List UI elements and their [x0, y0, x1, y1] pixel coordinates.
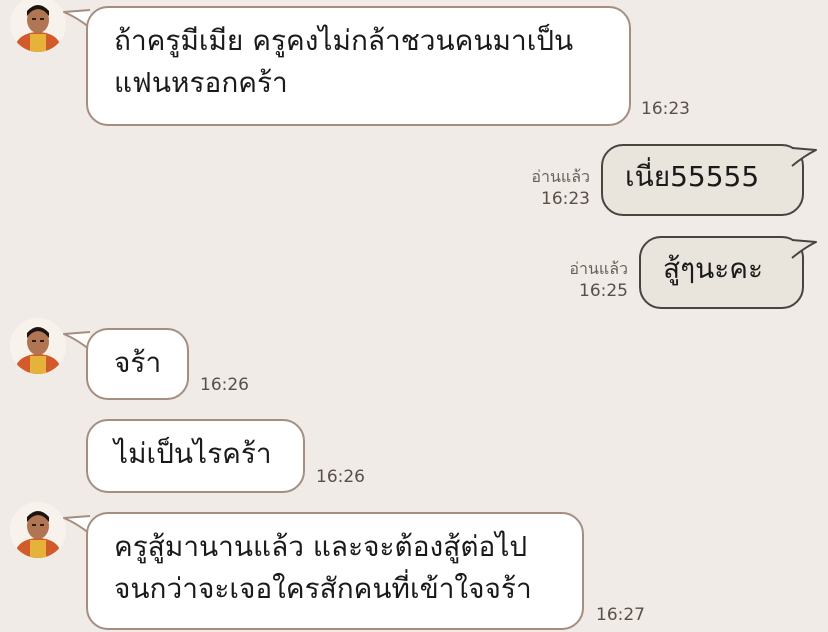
message-time: 16:23	[541, 189, 590, 209]
contact-avatar-icon[interactable]	[10, 0, 66, 52]
message-meta: อ่านแล้ว 16:23	[500, 166, 590, 210]
message-meta: อ่านแล้ว 16:25	[538, 258, 628, 302]
contact-avatar-icon[interactable]	[10, 318, 66, 374]
message-time: 16:25	[579, 281, 628, 301]
message-bubble-incoming[interactable]: ครูสู้มานานแล้ว และจะต้องสู้ต่อไป จนกว่า…	[86, 512, 584, 630]
message-bubble-incoming[interactable]: จร้า	[86, 328, 189, 400]
read-receipt: อ่านแล้ว	[531, 167, 590, 186]
message-time: 16:26	[200, 375, 249, 395]
contact-avatar-icon[interactable]	[10, 502, 66, 558]
bubble-tail	[791, 147, 817, 167]
read-receipt: อ่านแล้ว	[569, 259, 628, 278]
chat-message-list[interactable]: ถ้าครูมีเมีย ครูคงไม่กล้าชวนคนมาเป็น แฟน…	[0, 0, 828, 632]
message-time: 16:27	[596, 605, 645, 625]
message-time: 16:23	[641, 99, 690, 119]
message-bubble-incoming[interactable]: ถ้าครูมีเมีย ครูคงไม่กล้าชวนคนมาเป็น แฟน…	[86, 6, 631, 126]
bubble-tail	[791, 239, 817, 259]
message-bubble-incoming[interactable]: ไม่เป็นไรคร้า	[86, 419, 305, 493]
message-bubble-outgoing[interactable]: เนี่ย55555	[601, 144, 804, 216]
message-bubble-outgoing[interactable]: สู้ๆนะคะ	[639, 236, 804, 309]
message-time: 16:26	[316, 467, 365, 487]
